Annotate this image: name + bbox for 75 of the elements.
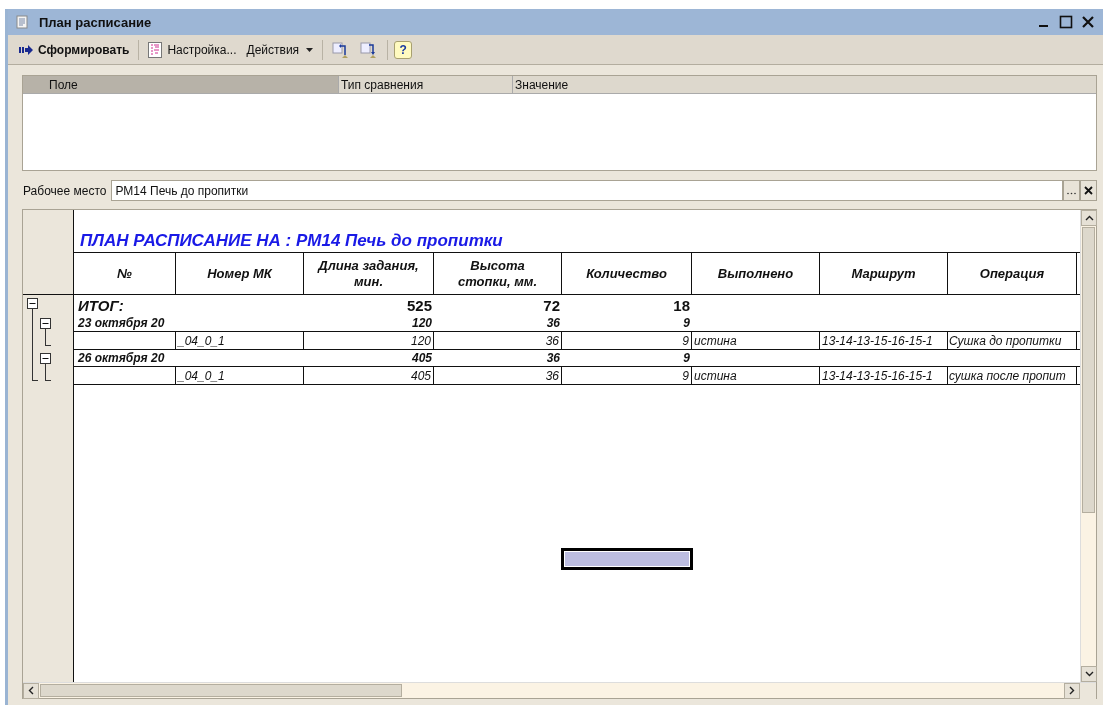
column-header: Операция	[948, 253, 1077, 294]
collapse-toggle-icon[interactable]	[40, 318, 51, 329]
table-cell: 405	[411, 351, 432, 365]
column-header: Номер МК	[176, 253, 304, 294]
table-cell: 120	[410, 333, 431, 348]
scroll-down-button[interactable]	[1081, 666, 1097, 682]
table-cell: 120	[411, 316, 432, 330]
tree-line	[45, 332, 51, 346]
save-values-icon[interactable]	[360, 40, 379, 59]
table-cell: 9	[682, 368, 689, 383]
column-header[interactable]: Значение	[513, 76, 1096, 93]
table-cell: 13-14-13-15-16-15-1	[822, 333, 933, 348]
scroll-left-button[interactable]	[23, 682, 39, 699]
collapse-toggle-icon[interactable]	[40, 353, 51, 364]
scroll-thumb[interactable]	[40, 684, 402, 697]
column-header[interactable]: Поле	[47, 76, 339, 93]
table-cell: _04_0_1	[178, 333, 225, 348]
tree-line	[45, 367, 51, 381]
column-header: Выполнено	[692, 253, 820, 294]
column-header: №	[74, 253, 176, 294]
generate-button[interactable]: Сформировать	[16, 40, 133, 59]
table-cell: 36	[546, 316, 560, 330]
actions-menu-button[interactable]: Действия	[243, 40, 317, 59]
close-icon	[1084, 186, 1093, 195]
table-cell: 405	[410, 368, 431, 383]
document-icon	[15, 14, 31, 30]
list-icon	[148, 41, 163, 58]
chevron-right-icon	[1069, 686, 1075, 695]
table-cell: _04_0_1	[178, 368, 225, 383]
column-header: Маршрут	[820, 253, 948, 294]
scrollbar-corner	[1080, 682, 1096, 699]
maximize-icon[interactable]	[1059, 15, 1073, 29]
caret-icon	[306, 47, 314, 52]
horizontal-scrollbar[interactable]	[23, 682, 1096, 698]
vertical-scrollbar[interactable]	[1080, 210, 1096, 682]
window-title: План расписание	[39, 14, 152, 30]
settings-button[interactable]: Настройка...	[145, 39, 240, 60]
row-label: 26 октября 20	[78, 351, 165, 365]
help-button[interactable]: ?	[394, 40, 413, 59]
table-cell: истина	[694, 333, 737, 348]
chevron-down-icon	[1084, 671, 1094, 677]
arrow-icon	[19, 43, 33, 56]
scroll-up-button[interactable]	[1081, 210, 1097, 226]
header-corner	[23, 76, 47, 93]
table-cell: Сушка до пропитки	[949, 333, 1062, 348]
row-label: 23 октября 20	[78, 316, 165, 330]
row-label: ИТОГ:	[78, 296, 124, 314]
column-header: Длина задания, мин.	[304, 253, 434, 294]
report-title: ПЛАН РАСПИСАНИЕ НА : РМ14 Печь до пропитки	[80, 231, 503, 251]
table-cell: 36	[546, 351, 560, 365]
workplace-field[interactable]: РМ14 Печь до пропитки	[111, 180, 1063, 201]
table-cell: сушка после пропит	[949, 368, 1066, 383]
collapse-toggle-icon[interactable]	[27, 298, 38, 309]
table-cell: 36	[545, 368, 559, 383]
scroll-right-button[interactable]	[1064, 682, 1080, 699]
clear-button[interactable]	[1080, 180, 1097, 201]
close-icon[interactable]	[1081, 15, 1095, 29]
chevron-left-icon	[28, 686, 34, 695]
column-header: Высота стопки, мм.	[434, 253, 562, 294]
column-header[interactable]: Тип сравнения	[339, 76, 513, 93]
table-cell: 72	[543, 296, 560, 314]
table-cell: 525	[406, 296, 432, 314]
table-cell: 18	[673, 296, 690, 314]
column-header: Количество	[562, 253, 692, 294]
table-cell: 13-14-13-15-16-15-1	[822, 368, 933, 383]
table-cell: 9	[683, 316, 690, 330]
restore-values-icon[interactable]	[332, 40, 351, 59]
table-cell: истина	[694, 368, 737, 383]
scroll-thumb[interactable]	[1082, 227, 1095, 513]
ellipsis-icon	[1067, 192, 1076, 195]
table-cell: 9	[682, 333, 689, 348]
table-cell: 9	[683, 351, 690, 365]
table-cell: 36	[545, 333, 559, 348]
field-label: Рабочее место	[23, 183, 107, 198]
chevron-up-icon	[1084, 215, 1094, 221]
